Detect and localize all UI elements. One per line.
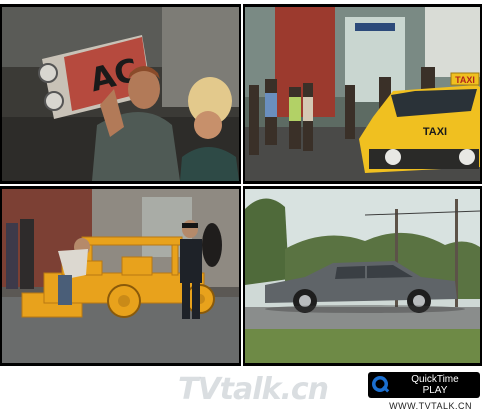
- quicktime-label: QuickTime PLAY: [394, 374, 480, 396]
- quicktime-play-button[interactable]: QuickTime PLAY: [368, 372, 480, 398]
- quicktime-brand: QuickTime: [411, 374, 459, 385]
- taxi-roof-sign: TAXI: [455, 75, 475, 85]
- frame-image-taxi-street: TAXI TAXI: [245, 7, 480, 181]
- video-frame-top-right[interactable]: TAXI TAXI: [243, 4, 482, 184]
- video-frame-bottom-right[interactable]: [243, 186, 482, 366]
- frame-image-man-with-prop: AC: [2, 7, 239, 181]
- frame-image-block-car: [2, 189, 239, 363]
- quicktime-q-icon: [368, 372, 394, 398]
- video-frame-bottom-left[interactable]: [0, 186, 241, 366]
- frame-image-sedan: [245, 189, 480, 363]
- site-url-text: WWW.TVTALK.CN: [389, 401, 472, 411]
- watermark-logo: TVtalk.cn: [178, 372, 329, 407]
- video-frame-top-left[interactable]: AC: [0, 4, 241, 184]
- taxi-hood-text: TAXI: [423, 126, 447, 138]
- quicktime-action: PLAY: [422, 385, 448, 396]
